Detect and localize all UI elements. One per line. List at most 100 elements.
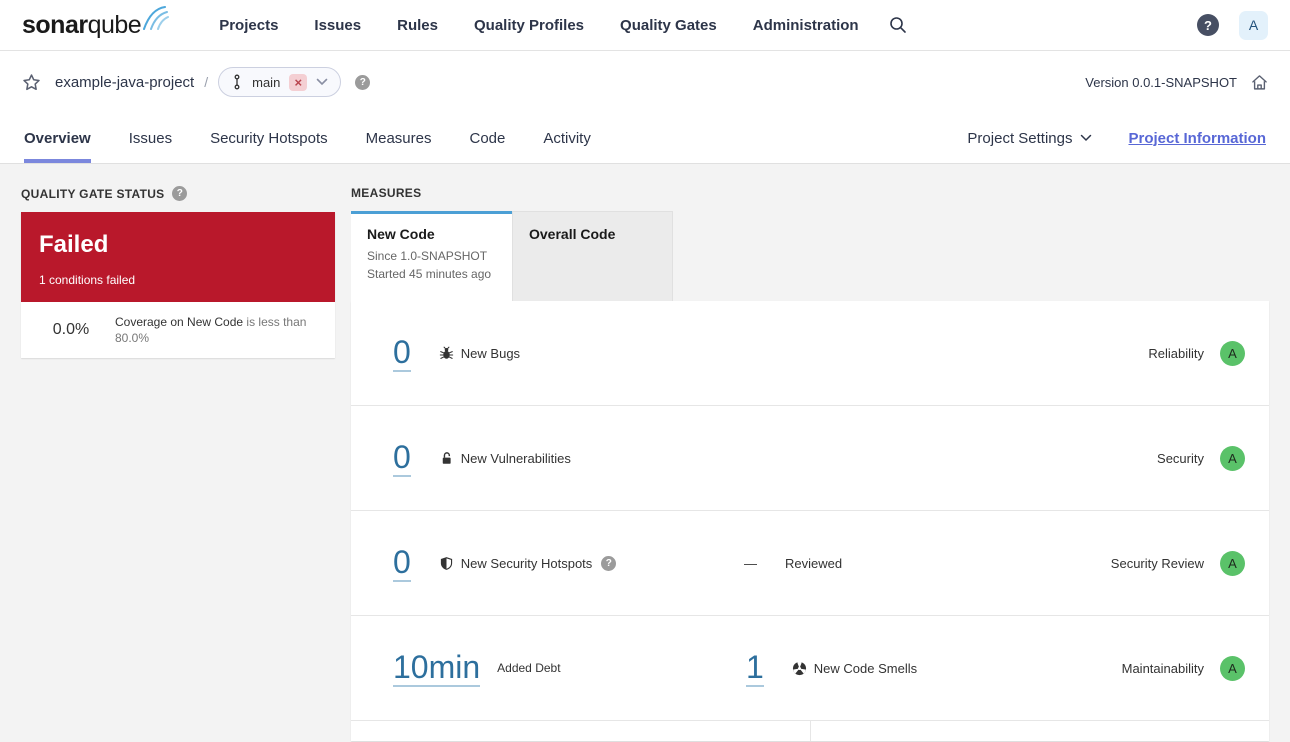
overview-content: QUALITY GATE STATUS ? Failed 1 condition… — [0, 164, 1290, 741]
measures-title: MEASURES — [351, 186, 422, 200]
home-icon[interactable] — [1251, 74, 1268, 91]
maintainability-label: Maintainability — [1121, 660, 1204, 676]
reviewed-value: — — [744, 555, 757, 571]
nav-item-quality-gates[interactable]: Quality Gates — [620, 17, 717, 34]
quality-gate-title: QUALITY GATE STATUS ? — [21, 186, 335, 201]
quality-gate-title-text: QUALITY GATE STATUS — [21, 186, 165, 201]
reliability-label: Reliability — [1148, 345, 1204, 361]
quality-gate-help-icon[interactable]: ? — [172, 186, 188, 201]
project-information-link[interactable]: Project Information — [1128, 130, 1266, 147]
logo-swoosh-icon — [143, 6, 170, 30]
measure-row-maintainability: 10min Added Debt 1 New Code Smells Maint… — [351, 616, 1269, 721]
reviewed-group: — Reviewed — [744, 556, 842, 571]
tabs-right: Project Settings Project Information — [967, 113, 1266, 163]
nav-item-rules[interactable]: Rules — [397, 17, 438, 34]
tab-activity[interactable]: Activity — [543, 113, 591, 163]
project-tabs: Overview Issues Security Hotspots Measur… — [0, 113, 1290, 163]
favorite-star-icon[interactable] — [22, 73, 41, 92]
branch-selector[interactable]: main × — [218, 67, 342, 97]
new-vulnerabilities-label-group: New Vulnerabilities — [439, 451, 571, 466]
new-code-smells-count-link[interactable]: 1 — [746, 649, 764, 687]
new-code-since: Since 1.0-SNAPSHOT — [367, 249, 488, 263]
coverage-cell — [351, 721, 810, 741]
shield-icon — [439, 556, 454, 571]
tab-overall-code[interactable]: Overall Code — [512, 211, 673, 301]
sonarqube-logo[interactable]: sonarqube — [22, 6, 170, 40]
branch-help-icon[interactable]: ? — [355, 74, 371, 90]
branch-chevron-down-icon[interactable] — [316, 78, 328, 86]
branch-clear-icon[interactable]: × — [289, 73, 308, 91]
security-rating-badge: A — [1220, 445, 1245, 471]
condition-text: Coverage on New Code is less than 80.0% — [115, 314, 321, 346]
nav-item-issues[interactable]: Issues — [314, 17, 361, 34]
chevron-down-icon — [1081, 134, 1092, 142]
help-icon[interactable]: ? — [1197, 14, 1219, 36]
tab-issues[interactable]: Issues — [129, 113, 172, 163]
measure-row-bugs: 0 New Bugs Reliability A — [351, 301, 1269, 406]
project-settings-label: Project Settings — [967, 129, 1073, 147]
project-settings-menu[interactable]: Project Settings — [967, 130, 1092, 147]
branch-name: main — [252, 74, 281, 90]
logo-text-light: qube — [87, 11, 142, 39]
new-code-smells-label: New Code Smells — [813, 660, 918, 676]
breadcrumb-right: Version 0.0.1-SNAPSHOT — [1085, 74, 1268, 91]
avatar[interactable]: A — [1239, 10, 1268, 40]
new-code-smells-group: 1 New Code Smells — [746, 649, 917, 687]
measure-row-vulnerabilities: 0 New Vulnerabilities Security A — [351, 406, 1269, 511]
nav-item-quality-profiles[interactable]: Quality Profiles — [474, 17, 584, 34]
navbar-right: ? A — [1197, 10, 1268, 40]
tab-overview[interactable]: Overview — [24, 113, 91, 163]
quality-gate-banner: Failed 1 conditions failed — [21, 212, 335, 302]
measures-section: MEASURES New Code Since 1.0-SNAPSHOT Sta… — [351, 186, 1269, 741]
lock-icon — [439, 451, 454, 466]
added-debt-label: Added Debt — [497, 661, 561, 675]
condition-metric: Coverage on New Code — [115, 315, 244, 329]
security-review-rating-badge: A — [1220, 550, 1245, 576]
added-debt-link[interactable]: 10min — [393, 649, 481, 687]
top-navbar: sonarqube Projects Issues Rules Quality … — [0, 0, 1290, 51]
quality-gate-section: QUALITY GATE STATUS ? Failed 1 condition… — [21, 186, 335, 741]
duplications-cell — [809, 721, 1270, 741]
breadcrumb-project-link[interactable]: example-java-project — [55, 74, 194, 91]
nav-item-projects[interactable]: Projects — [219, 17, 278, 34]
project-header: example-java-project / main × ? Version … — [0, 51, 1290, 164]
hotspots-help-icon[interactable]: ? — [601, 555, 617, 571]
new-bugs-label: New Bugs — [460, 345, 521, 361]
breadcrumb: example-java-project / main × ? Version … — [0, 51, 1290, 113]
reliability-rating-badge: A — [1220, 340, 1245, 366]
logo-text: sonarqube — [22, 10, 142, 40]
maintainability-rating-badge: A — [1220, 655, 1245, 681]
new-code-smells-label-group: New Code Smells — [792, 661, 917, 676]
bug-icon — [439, 346, 454, 361]
quality-gate-status: Failed — [39, 231, 109, 258]
new-code-started: Started 45 minutes ago — [367, 267, 492, 281]
search-icon[interactable] — [889, 16, 907, 34]
new-vulnerabilities-count-link[interactable]: 0 — [393, 439, 411, 477]
quality-gate-conditions-summary: 1 conditions failed — [39, 273, 136, 287]
new-bugs-count-link[interactable]: 0 — [393, 334, 411, 372]
measures-panel: 0 New Bugs Reliability A 0 New Vulnerabi… — [351, 301, 1269, 741]
logo-text-bold: sonar — [22, 11, 88, 39]
maintainability-group: Maintainability A — [1121, 655, 1245, 681]
tab-measures[interactable]: Measures — [366, 113, 432, 163]
code-smell-icon — [792, 661, 807, 676]
tab-code[interactable]: Code — [469, 113, 505, 163]
new-security-hotspots-count-link[interactable]: 0 — [393, 544, 411, 582]
reviewed-label: Reviewed — [785, 555, 843, 571]
tab-security-hotspots[interactable]: Security Hotspots — [210, 113, 328, 163]
branch-icon — [231, 74, 243, 90]
nav-item-administration[interactable]: Administration — [753, 17, 859, 34]
measures-tabs: New Code Since 1.0-SNAPSHOT Started 45 m… — [351, 211, 1269, 301]
version-label: Version 0.0.1-SNAPSHOT — [1085, 74, 1237, 90]
overall-code-tab-label: Overall Code — [529, 226, 616, 242]
new-bugs-label-group: New Bugs — [439, 346, 520, 361]
reliability-group: Reliability A — [1148, 340, 1245, 366]
new-code-tab-label: New Code — [367, 226, 435, 242]
new-security-hotspots-label: New Security Hotspots — [460, 555, 593, 571]
quality-gate-condition-row[interactable]: 0.0% Coverage on New Code is less than 8… — [21, 302, 335, 358]
measure-row-security-hotspots: 0 New Security Hotspots ? — Reviewed Sec… — [351, 511, 1269, 616]
condition-value: 0.0% — [52, 321, 90, 338]
main-nav: Projects Issues Rules Quality Profiles Q… — [219, 17, 858, 34]
security-label: Security — [1157, 450, 1204, 466]
tab-new-code[interactable]: New Code Since 1.0-SNAPSHOT Started 45 m… — [351, 211, 512, 301]
